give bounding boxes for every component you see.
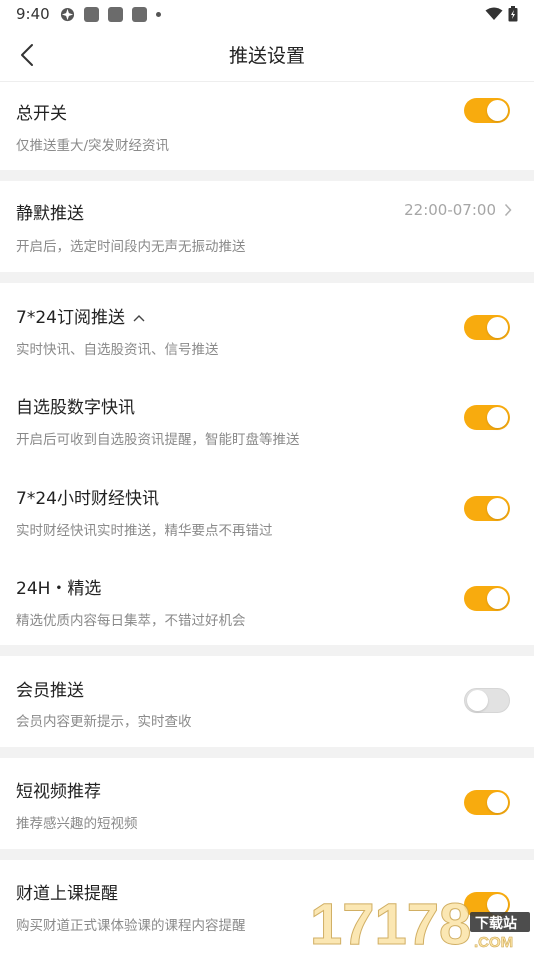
subscription-desc: 实时快讯、自选股资讯、信号推送 — [16, 338, 219, 358]
nav-bar: 推送设置 — [0, 28, 534, 82]
chevron-up-icon[interactable] — [133, 314, 145, 322]
member-push-toggle[interactable] — [464, 688, 510, 713]
section-divider — [0, 272, 534, 283]
status-time: 9:40 — [16, 5, 50, 23]
subscription-toggle[interactable] — [464, 586, 510, 611]
svg-text:下载站: 下载站 — [475, 915, 517, 932]
notification-icon — [84, 7, 99, 22]
video-desc: 推荐感兴趣的短视频 — [16, 812, 138, 832]
more-notifications-icon — [156, 12, 161, 17]
master-switch-desc: 仅推送重大/突发财经资讯 — [16, 134, 169, 154]
master-switch-label: 总开关 — [16, 99, 67, 124]
page-title: 推送设置 — [229, 41, 305, 68]
video-toggle[interactable] — [464, 790, 510, 815]
video-row: 短视频推荐 推荐感兴趣的短视频 — [0, 758, 534, 849]
subscription-desc: 精选优质内容每日集萃，不错过好机会 — [16, 609, 246, 629]
master-switch-toggle[interactable] — [464, 98, 510, 123]
section-divider — [0, 849, 534, 860]
wifi-icon — [485, 7, 503, 21]
master-switch-row: 总开关 仅推送重大/突发财经资讯 — [0, 83, 534, 170]
course-label: 财道上课提醒 — [16, 879, 118, 904]
subscription-toggle[interactable] — [464, 496, 510, 521]
subscription-label: 24H・精选 — [16, 574, 101, 599]
quiet-push-label: 静默推送 — [16, 199, 84, 224]
member-push-label: 会员推送 — [16, 676, 84, 701]
section-divider — [0, 170, 534, 181]
subscription-label: 7*24小时财经快讯 — [16, 484, 159, 509]
quiet-time-range[interactable]: 22:00-07:00 — [404, 201, 512, 219]
quiet-push-desc: 开启后，选定时间段内无声无振动推送 — [16, 235, 246, 255]
member-push-desc: 会员内容更新提示，实时查收 — [16, 710, 192, 730]
subscription-desc: 实时财经快讯实时推送，精华要点不再错过 — [16, 519, 273, 539]
chevron-right-icon — [504, 203, 512, 217]
svg-text:.COM: .COM — [474, 934, 513, 950]
notification-icon — [108, 7, 123, 22]
site-watermark: 17178 下载站 .COM — [304, 880, 534, 950]
app-notification-icon — [60, 7, 75, 22]
subscription-row: 7*24小时财经快讯 实时财经快讯实时推送，精华要点不再错过 — [0, 464, 534, 554]
notification-icon — [132, 7, 147, 22]
video-section: 短视频推荐 推荐感兴趣的短视频 — [0, 758, 534, 849]
back-button[interactable] — [14, 42, 40, 68]
subscription-label: 7*24订阅推送 — [16, 303, 145, 328]
battery-icon — [508, 6, 518, 22]
watermark-logo: 17178 下载站 .COM — [304, 880, 534, 950]
subscription-toggle[interactable] — [464, 315, 510, 340]
status-bar: 9:40 — [0, 0, 534, 28]
master-switch-section: 总开关 仅推送重大/突发财经资讯 — [0, 83, 534, 170]
back-arrow-icon — [20, 43, 34, 67]
quiet-time-value: 22:00-07:00 — [404, 201, 496, 219]
quiet-push-section: 静默推送 开启后，选定时间段内无声无振动推送 22:00-07:00 — [0, 181, 534, 272]
subscription-toggle[interactable] — [464, 405, 510, 430]
subscription-section: 7*24订阅推送 实时快讯、自选股资讯、信号推送 自选股数字快讯 开启后可收到自… — [0, 283, 534, 645]
member-push-section: 会员推送 会员内容更新提示，实时查收 — [0, 656, 534, 747]
quiet-push-row[interactable]: 静默推送 开启后，选定时间段内无声无振动推送 22:00-07:00 — [0, 181, 534, 272]
subscription-label: 自选股数字快讯 — [16, 393, 135, 418]
subscription-row: 自选股数字快讯 开启后可收到自选股资讯提醒，智能盯盘等推送 — [0, 373, 534, 464]
svg-text:17178: 17178 — [310, 892, 471, 950]
subscription-desc: 开启后可收到自选股资讯提醒，智能盯盘等推送 — [16, 428, 300, 448]
course-desc: 购买财道正式课体验课的课程内容提醒 — [16, 914, 246, 934]
section-divider — [0, 747, 534, 758]
subscription-row: 7*24订阅推送 实时快讯、自选股资讯、信号推送 — [0, 283, 534, 373]
video-label: 短视频推荐 — [16, 777, 101, 802]
section-divider — [0, 645, 534, 656]
subscription-row: 24H・精选 精选优质内容每日集萃，不错过好机会 — [0, 554, 534, 645]
member-push-row: 会员推送 会员内容更新提示，实时查收 — [0, 656, 534, 747]
